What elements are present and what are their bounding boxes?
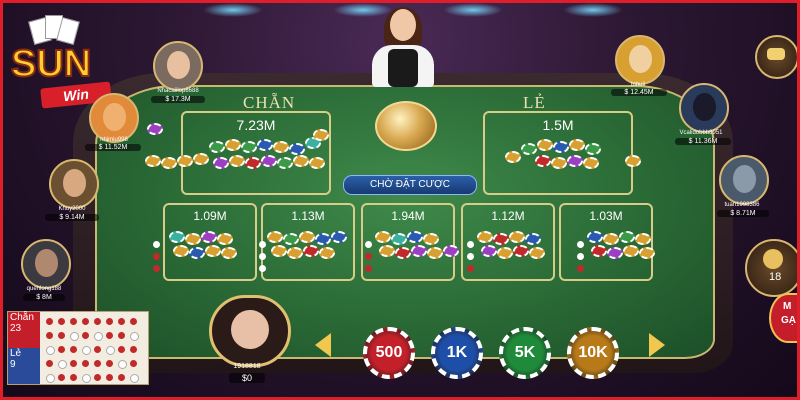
ceiling-light — [203, 3, 263, 17]
chip-5k-button[interactable]: 5K — [499, 327, 551, 379]
chip-next-arrow-icon[interactable] — [649, 333, 665, 357]
player-money: $ 8M — [23, 294, 65, 301]
player-avatar[interactable] — [49, 159, 99, 209]
chip-10k-button[interactable]: 10K — [567, 327, 619, 379]
chip-prev-arrow-icon[interactable] — [315, 333, 331, 357]
bet-area-2[interactable]: 1.13M — [259, 203, 355, 281]
player-avatar[interactable] — [89, 93, 139, 143]
dealer — [368, 7, 438, 87]
player-money: $ 17.3M — [151, 96, 205, 103]
online-count: 18 — [769, 271, 782, 283]
player-avatar[interactable] — [21, 239, 71, 289]
bet-area-5[interactable]: 1.03M — [559, 203, 655, 281]
history-chan-label: Chẵn — [10, 312, 34, 323]
bet-box-4-amount: 1.12M — [491, 209, 525, 223]
player-money: $ 8.71M — [717, 210, 769, 217]
player-money: $ 9.14M — [45, 214, 99, 221]
dice-bowl-icon — [375, 101, 437, 151]
people-icon — [763, 249, 783, 269]
bet-box-3-amount: 1.94M — [391, 209, 425, 223]
chip-500-button[interactable]: 500 — [363, 327, 415, 379]
player-name: Vcalidobbb8951 — [679, 130, 723, 136]
chan-total: 7.23M — [236, 117, 276, 133]
online-players-button[interactable]: 18 — [745, 239, 797, 297]
player-name: quehlong188 — [26, 286, 62, 292]
player-name: nhimiu998 — [100, 137, 128, 143]
le-total: 1.5M — [542, 117, 574, 133]
side-promo-button[interactable]: M GẠ — [769, 293, 797, 343]
my-avatar[interactable] — [209, 295, 291, 367]
history-chan-count: 23 — [10, 323, 22, 334]
bet-area-1[interactable]: 1.09M — [153, 203, 257, 281]
history-le-panel: Lẻ 9 — [8, 348, 40, 384]
my-money: $0 — [229, 373, 265, 383]
player-money: $ 12.45M — [611, 89, 667, 96]
my-name: 1918818 — [233, 363, 261, 370]
history-le-label: Lẻ — [10, 348, 22, 359]
chan-label: CHẴN — [243, 93, 296, 112]
logo-text: SUN — [10, 42, 92, 86]
history-le-count: 9 — [10, 359, 16, 370]
bet-area-3[interactable]: 1.94M — [361, 203, 459, 281]
ceiling-light — [443, 3, 503, 17]
player-name: Khuy2000 — [58, 206, 86, 212]
bet-area-4[interactable]: 1.12M — [461, 203, 555, 281]
history-chan-panel: Chẵn 23 — [8, 312, 40, 348]
le-label: LẺ — [523, 93, 546, 112]
bet-area-chan[interactable]: 7.23M — [145, 111, 331, 195]
history-board: Chẵn 23 Lẻ 9 — [7, 311, 149, 385]
status-banner: CHỜ ĐẶT CƯỢC — [343, 175, 477, 195]
bet-area-le[interactable]: 1.5M — [483, 111, 641, 195]
player-name: tnhuii — [630, 82, 646, 88]
bet-box-1-amount: 1.09M — [193, 209, 227, 223]
player-money: $ 11.36M — [675, 138, 731, 145]
player-avatar[interactable] — [153, 41, 203, 91]
bet-box-2-amount: 1.13M — [291, 209, 325, 223]
bet-box-5-amount: 1.03M — [589, 209, 623, 223]
player-avatar[interactable] — [679, 83, 729, 133]
chat-button[interactable] — [755, 35, 797, 79]
cards-icon — [28, 15, 91, 45]
player-money: $ 11.52M — [85, 144, 141, 151]
game-screen: CHẴN LẺ 7.23M 1.5M CHỜ ĐẶT CƯỢC 1.09M 1.… — [0, 0, 800, 400]
player-avatar[interactable] — [719, 155, 769, 205]
ceiling-light — [563, 3, 623, 17]
chat-icon — [767, 48, 785, 60]
chip-1k-button[interactable]: 1K — [431, 327, 483, 379]
player-name: Nhacaiilop8688 — [157, 88, 199, 94]
player-avatar[interactable] — [615, 35, 665, 85]
player-name: tuan1998386 — [724, 202, 760, 208]
